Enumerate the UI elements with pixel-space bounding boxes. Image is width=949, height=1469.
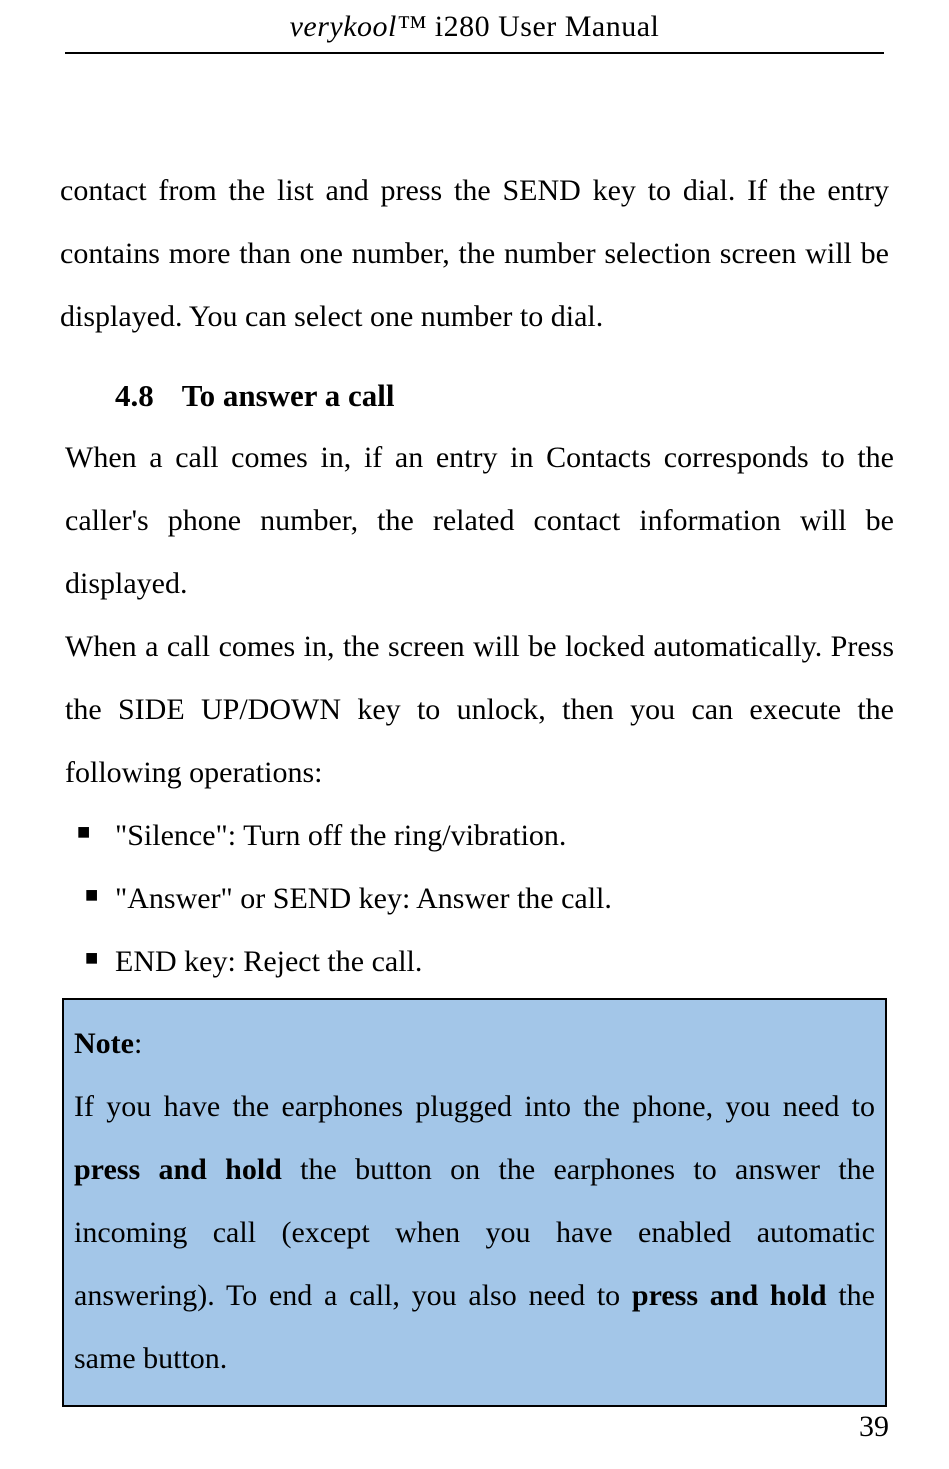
section-number: 4.8 [115, 378, 154, 413]
note-text-pre: If you have the earphones plugged into t… [74, 1090, 875, 1123]
note-bold1: press and hold [74, 1153, 282, 1186]
note-box: Note: If you have the earphones plugged … [62, 998, 887, 1407]
list-item: "Silence": Turn off the ring/vibration. [115, 804, 889, 867]
note-colon: : [134, 1027, 142, 1060]
section-title: To answer a call [182, 378, 395, 413]
page-number: 39 [859, 1410, 889, 1444]
note-label: Note [74, 1027, 134, 1060]
list-item: END key: Reject the call. [115, 930, 889, 993]
list-item: "Answer" or SEND key: Answer the call. [115, 867, 889, 930]
intro-paragraph: contact from the list and press the SEND… [60, 159, 889, 348]
paragraph-locked-screen: When a call comes in, the screen will be… [65, 615, 894, 804]
operations-list: "Silence": Turn off the ring/vibration. … [60, 804, 889, 993]
note-bold2: press and hold [632, 1279, 827, 1312]
section-heading: 4.8 To answer a call [115, 378, 889, 414]
brand-name: verykool™ [290, 10, 427, 43]
product-name: i280 User Manual [427, 10, 660, 43]
page-header: verykool™ i280 User Manual [65, 0, 884, 54]
paragraph-call-info: When a call comes in, if an entry in Con… [65, 426, 894, 615]
page-content: contact from the list and press the SEND… [0, 159, 949, 1407]
